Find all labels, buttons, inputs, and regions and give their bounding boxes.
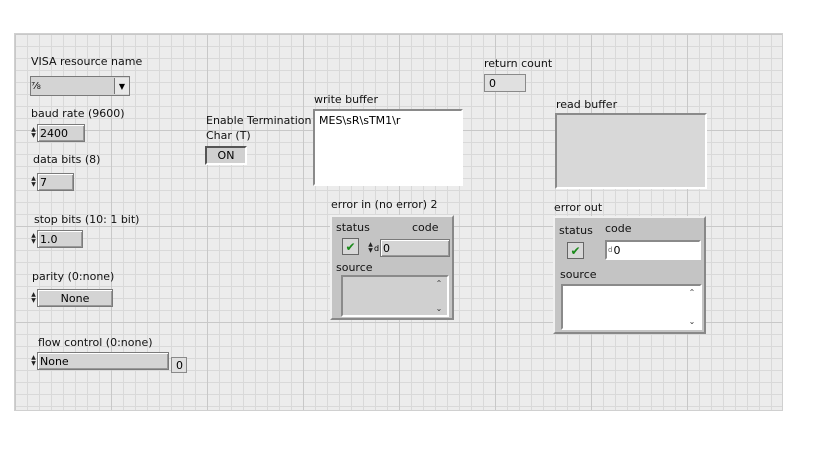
error-in-code-label: code	[412, 221, 439, 234]
data-bits-value[interactable]: 7	[37, 173, 74, 191]
scroll-up-icon[interactable]: ⌃	[689, 288, 696, 297]
increment-decrement-icon[interactable]: ▲ ▼	[30, 124, 37, 142]
visa-resource-control[interactable]: ⅞ ▼	[30, 76, 130, 96]
parity-value[interactable]: None	[37, 289, 113, 307]
error-out-status-label: status	[559, 224, 593, 237]
error-out-code-field: d 0	[605, 240, 701, 260]
data-bits-label: data bits (8)	[33, 153, 101, 166]
return-count-label: return count	[484, 57, 553, 70]
error-in-status-checkbox[interactable]: ✔	[342, 238, 359, 255]
flow-control-index: 0	[171, 357, 187, 373]
dropdown-arrow-icon[interactable]: ▼	[114, 78, 129, 94]
error-in-source-label: source	[336, 261, 373, 274]
stop-bits-value[interactable]: 1.0	[37, 230, 83, 248]
stop-bits-control[interactable]: ▲ ▼ 1.0	[30, 230, 83, 248]
baud-rate-control[interactable]: ▲ ▼ 2400	[30, 124, 85, 142]
flow-control-control[interactable]: ▲ ▼ None	[30, 352, 169, 370]
checkmark-icon: ✔	[342, 238, 359, 255]
flow-control-label: flow control (0:none)	[38, 336, 153, 349]
error-out-code-value: 0	[613, 243, 621, 257]
flow-control-value[interactable]: None	[37, 352, 169, 370]
error-out-status-indicator: ✔	[567, 242, 584, 259]
error-out-source-label: source	[560, 268, 597, 281]
write-buffer-label: write buffer	[314, 93, 378, 106]
error-in-label: error in (no error) 2	[331, 198, 438, 211]
scroll-down-icon[interactable]: ⌄	[689, 317, 696, 326]
parity-control[interactable]: ▲ ▼ None	[30, 289, 113, 307]
termination-label-line1: Enable Termination	[206, 114, 312, 127]
error-out-code-label: code	[605, 222, 632, 235]
scroll-up-icon[interactable]: ⌃	[436, 279, 443, 288]
increment-decrement-icon[interactable]: ▲ ▼	[30, 352, 37, 370]
termination-toggle-button[interactable]: ON	[205, 146, 247, 165]
data-bits-control[interactable]: ▲ ▼ 7	[30, 173, 74, 191]
increment-decrement-icon[interactable]: ▲ ▼	[367, 239, 374, 257]
scroll-down-icon[interactable]: ⌄	[436, 304, 443, 313]
error-in-status-label: status	[336, 221, 370, 234]
parity-label: parity (0:none)	[32, 270, 115, 283]
error-in-source-field[interactable]: ⌃ ⌄	[341, 275, 449, 317]
increment-decrement-icon[interactable]: ▲ ▼	[30, 173, 37, 191]
error-out-label: error out	[554, 201, 603, 214]
increment-decrement-icon[interactable]: ▲ ▼	[30, 230, 37, 248]
error-out-source-field[interactable]: ⌃ ⌄	[561, 284, 702, 330]
stop-bits-label: stop bits (10: 1 bit)	[34, 213, 140, 226]
read-buffer-display	[555, 113, 707, 189]
read-buffer-label: read buffer	[556, 98, 618, 111]
checkmark-icon: ✔	[567, 242, 584, 259]
error-in-code-control[interactable]: ▲ ▼ d 0	[367, 239, 450, 257]
baud-rate-label: baud rate (9600)	[31, 107, 125, 120]
return-count-value: 0	[484, 74, 526, 92]
visa-resource-label: VISA resource name	[31, 55, 143, 68]
scrollbar[interactable]: ⌃ ⌄	[433, 279, 445, 313]
error-out-cluster: status code ✔ d 0 source ⌃ ⌄	[553, 216, 706, 334]
write-buffer-input[interactable]: MES\sR\sTM1\r	[313, 109, 463, 186]
termination-label-line2: Char (T)	[206, 129, 251, 142]
increment-decrement-icon[interactable]: ▲ ▼	[30, 289, 37, 307]
error-in-code-value[interactable]: 0	[380, 239, 450, 257]
error-in-cluster: status code ✔ ▲ ▼ d 0 source ⌃ ⌄	[330, 215, 454, 320]
visa-resource-icon: ⅞	[31, 80, 41, 92]
baud-rate-value[interactable]: 2400	[37, 124, 85, 142]
scrollbar[interactable]: ⌃ ⌄	[686, 288, 698, 326]
